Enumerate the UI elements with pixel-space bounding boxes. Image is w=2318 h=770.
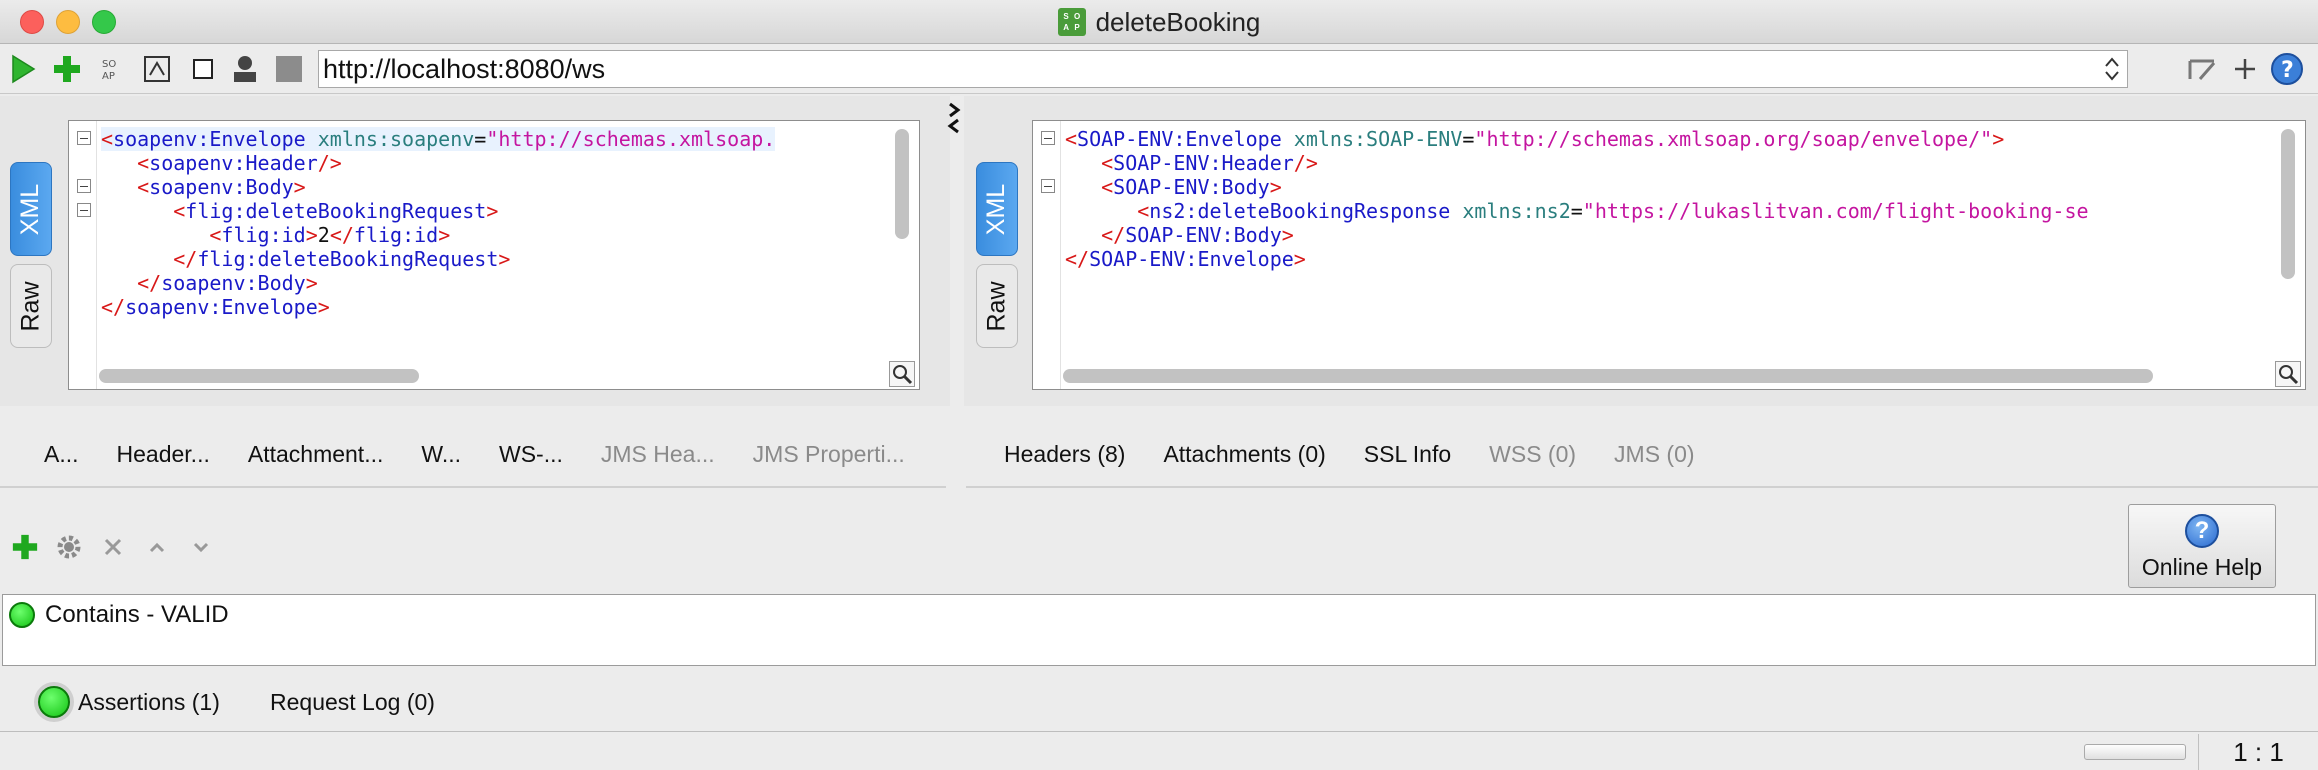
svg-text:SO: SO bbox=[102, 59, 116, 70]
response-xml-editor[interactable]: <SOAP-ENV:Envelope xmlns:SOAP-ENV="http:… bbox=[1032, 120, 2306, 390]
response-raw-tab[interactable]: Raw bbox=[976, 264, 1018, 348]
horizontal-scrollbar[interactable] bbox=[99, 369, 419, 383]
zoom-icon[interactable] bbox=[889, 361, 915, 387]
zoom-ratio: 1 : 1 bbox=[2198, 734, 2318, 770]
code-line: </soapenv:Body> bbox=[137, 271, 318, 295]
title-bar: SO AP deleteBooking bbox=[0, 0, 2318, 44]
tab-attachments[interactable]: Attachment... bbox=[248, 441, 384, 468]
fold-icon[interactable] bbox=[77, 179, 91, 193]
move-up-icon[interactable] bbox=[140, 530, 174, 564]
horizontal-scrollbar[interactable] bbox=[1063, 369, 2153, 383]
tab-jms-headers[interactable]: JMS Hea... bbox=[601, 441, 715, 468]
code-line: </flig:deleteBookingRequest> bbox=[173, 247, 511, 271]
divider bbox=[0, 486, 946, 488]
status-valid-icon bbox=[38, 686, 70, 718]
bottom-tabs: Assertions (1) Request Log (0) bbox=[0, 672, 2318, 732]
response-tabs: Headers (8) Attachments (0) SSL Info WSS… bbox=[1004, 424, 1733, 484]
tab-auth[interactable]: A... bbox=[44, 441, 79, 468]
fold-icon[interactable] bbox=[1041, 131, 1055, 145]
assertion-label: Contains - VALID bbox=[45, 601, 229, 628]
tab-ws-a[interactable]: W... bbox=[421, 441, 461, 468]
soap-request-icon: SO AP bbox=[1057, 8, 1086, 36]
collapse-handle-icon[interactable] bbox=[946, 100, 964, 136]
help-icon: ? bbox=[2185, 514, 2219, 548]
endpoint-url-field[interactable]: http://localhost:8080/ws bbox=[318, 50, 2128, 88]
online-help-button[interactable]: ? Online Help bbox=[2128, 504, 2276, 588]
code-line: <soapenv:Body> bbox=[137, 175, 306, 199]
plus-icon[interactable] bbox=[2228, 52, 2262, 86]
configure-icon[interactable] bbox=[52, 530, 86, 564]
soap-ws-icon[interactable]: SO AP bbox=[96, 52, 130, 86]
code-line: </soapenv:Envelope> bbox=[101, 295, 330, 319]
run-icon[interactable] bbox=[6, 52, 40, 86]
request-xml-tab[interactable]: XML bbox=[10, 162, 52, 256]
tab-assertions[interactable]: Assertions (1) bbox=[38, 686, 220, 718]
tab-headers[interactable]: Header... bbox=[117, 441, 210, 468]
cancel-icon[interactable] bbox=[272, 52, 306, 86]
fold-icon[interactable] bbox=[77, 131, 91, 145]
edit-icon[interactable] bbox=[2186, 52, 2220, 86]
request-tabs: A... Header... Attachment... W... WS-...… bbox=[44, 424, 943, 484]
code-line: <SOAP-ENV:Header/> bbox=[1101, 151, 1318, 175]
vertical-scrollbar[interactable] bbox=[2281, 129, 2295, 279]
window-title: deleteBooking bbox=[1095, 6, 1261, 37]
code-line: <SOAP-ENV:Envelope xmlns:SOAP-ENV="http:… bbox=[1065, 127, 2005, 151]
tab-ws-rm[interactable]: WS-... bbox=[499, 441, 563, 468]
request-raw-tab[interactable]: Raw bbox=[10, 264, 52, 348]
add-assertion-icon[interactable] bbox=[8, 530, 42, 564]
divider bbox=[966, 486, 2318, 488]
code-line: <ns2:deleteBookingResponse xmlns:ns2="ht… bbox=[1137, 199, 2089, 223]
tab-jms[interactable]: JMS (0) bbox=[1614, 441, 1695, 468]
move-down-icon[interactable] bbox=[184, 530, 218, 564]
remove-icon[interactable] bbox=[96, 530, 130, 564]
request-panel: XML Raw <soapenv:Envelope xmlns:soapenv=… bbox=[0, 96, 950, 406]
request-toolbar: SO AP http://localhost:8080/ws ? bbox=[0, 44, 2318, 94]
status-valid-icon bbox=[9, 602, 35, 628]
fold-icon[interactable] bbox=[1041, 179, 1055, 193]
request-xml-editor[interactable]: <soapenv:Envelope xmlns:soapenv="http://… bbox=[68, 120, 920, 390]
list-item[interactable]: Contains - VALID bbox=[9, 601, 229, 629]
stop-square-icon[interactable] bbox=[186, 52, 220, 86]
assertions-toolbar bbox=[0, 516, 1620, 576]
svg-text:AP: AP bbox=[102, 71, 115, 82]
tab-wss[interactable]: WSS (0) bbox=[1489, 441, 1576, 468]
tab-response-attachments[interactable]: Attachments (0) bbox=[1163, 441, 1325, 468]
status-bar: 1 : 1 bbox=[0, 734, 2318, 770]
code-line: </SOAP-ENV:Envelope> bbox=[1065, 247, 1306, 271]
tab-jms-properties[interactable]: JMS Properti... bbox=[753, 441, 905, 468]
svg-text:?: ? bbox=[2281, 58, 2294, 83]
url-dropdown-icon[interactable] bbox=[2103, 55, 2121, 83]
request-code: <soapenv:Envelope xmlns:soapenv="http://… bbox=[101, 127, 776, 319]
code-line: <flig:deleteBookingRequest> bbox=[173, 199, 499, 223]
response-code: <SOAP-ENV:Envelope xmlns:SOAP-ENV="http:… bbox=[1065, 127, 2089, 271]
code-line: <soapenv:Header/> bbox=[137, 151, 342, 175]
online-help-label: Online Help bbox=[2141, 554, 2263, 580]
code-line: <soapenv:Envelope xmlns:soapenv="http://… bbox=[101, 127, 776, 151]
tab-request-log-label: Request Log (0) bbox=[270, 688, 435, 715]
format-icon[interactable] bbox=[140, 52, 174, 86]
fold-icon[interactable] bbox=[77, 203, 91, 217]
tab-assertions-label: Assertions (1) bbox=[78, 688, 220, 715]
tab-ssl-info[interactable]: SSL Info bbox=[1364, 441, 1451, 468]
vertical-scrollbar[interactable] bbox=[895, 129, 909, 239]
assertions-list: Contains - VALID bbox=[2, 594, 2316, 666]
tab-request-log[interactable]: Request Log (0) bbox=[270, 686, 435, 718]
user-icon[interactable] bbox=[228, 52, 262, 86]
tab-response-headers[interactable]: Headers (8) bbox=[1004, 441, 1125, 468]
progress-bar bbox=[2084, 744, 2186, 760]
code-line: <SOAP-ENV:Body> bbox=[1101, 175, 1282, 199]
code-line: <flig:id>2</flig:id> bbox=[209, 223, 451, 247]
zoom-icon[interactable] bbox=[2275, 361, 2301, 387]
response-xml-tab[interactable]: XML bbox=[976, 162, 1018, 256]
add-icon[interactable] bbox=[50, 52, 84, 86]
help-icon[interactable]: ? bbox=[2270, 52, 2304, 86]
code-line: </SOAP-ENV:Body> bbox=[1101, 223, 1294, 247]
response-panel: XML Raw <SOAP-ENV:Envelope xmlns:SOAP-EN… bbox=[964, 96, 2318, 406]
